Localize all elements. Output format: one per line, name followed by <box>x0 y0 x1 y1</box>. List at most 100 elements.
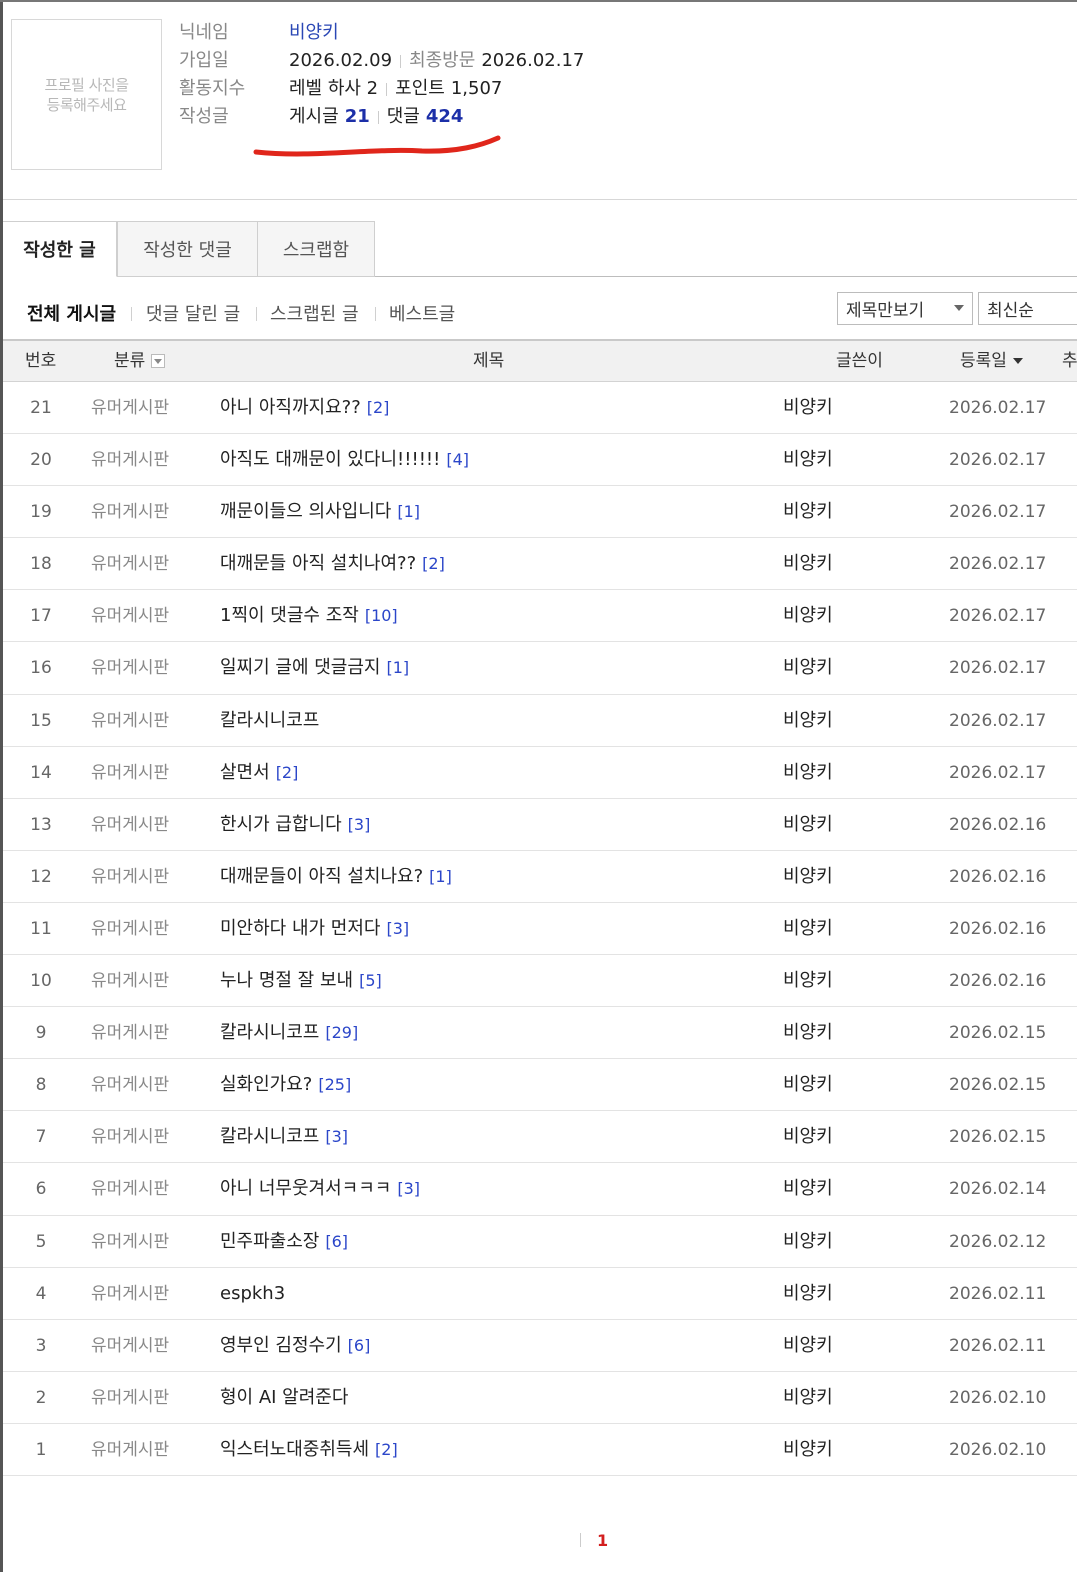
row-comment-count[interactable]: [3] <box>348 815 371 834</box>
row-title-link[interactable]: 영부인 김정수기 <box>220 1335 342 1356</box>
row-category[interactable]: 유머게시판 <box>91 642 169 694</box>
row-title-link[interactable]: 실화인가요? <box>220 1074 312 1095</box>
row-writer[interactable]: 비양키 <box>783 1163 833 1215</box>
row-writer[interactable]: 비양키 <box>783 1320 833 1372</box>
row-writer[interactable]: 비양키 <box>783 903 833 955</box>
row-writer[interactable]: 비양키 <box>783 747 833 799</box>
table-row[interactable]: 12 유머게시판 대깨문들이 아직 설치나요? [1] 비양키 2026.02.16 <box>3 851 1077 903</box>
row-comment-count[interactable]: [1] <box>429 867 452 886</box>
row-title-link[interactable]: espkh3 <box>220 1283 285 1304</box>
row-writer[interactable]: 비양키 <box>783 955 833 1007</box>
table-row[interactable]: 5 유머게시판 민주파출소장 [6] 비양키 2026.02.12 <box>3 1216 1077 1268</box>
row-category[interactable]: 유머게시판 <box>91 747 169 799</box>
row-writer[interactable]: 비양키 <box>783 1007 833 1059</box>
table-row[interactable]: 1 유머게시판 익스터노대중취득세 [2] 비양키 2026.02.10 <box>3 1424 1077 1476</box>
row-category[interactable]: 유머게시판 <box>91 1372 169 1424</box>
row-writer[interactable]: 비양키 <box>783 851 833 903</box>
row-comment-count[interactable]: [29] <box>325 1023 358 1042</box>
row-writer[interactable]: 비양키 <box>783 1268 833 1320</box>
filter-scrapped-posts[interactable]: 스크랩된 글 <box>270 301 359 329</box>
row-comment-count[interactable]: [2] <box>375 1440 398 1459</box>
table-row[interactable]: 7 유머게시판 칼라시니코프 [3] 비양키 2026.02.15 <box>3 1111 1077 1164</box>
row-title-link[interactable]: 민주파출소장 <box>220 1231 319 1252</box>
filter-commented-posts[interactable]: 댓글 달린 글 <box>146 301 240 329</box>
row-category[interactable]: 유머게시판 <box>91 1424 169 1476</box>
row-title-link[interactable]: 아니 너무웃겨서ㅋㅋㅋ <box>220 1178 391 1199</box>
header-category[interactable]: 분류 <box>114 341 166 382</box>
row-comment-count[interactable]: [25] <box>318 1075 351 1094</box>
row-comment-count[interactable]: [1] <box>386 658 409 677</box>
table-row[interactable]: 14 유머게시판 살면서 [2] 비양키 2026.02.17 <box>3 747 1077 799</box>
row-comment-count[interactable]: [3] <box>325 1127 348 1146</box>
table-row[interactable]: 8 유머게시판 실화인가요? [25] 비양키 2026.02.15 <box>3 1059 1077 1112</box>
table-row[interactable]: 16 유머게시판 일찌기 글에 댓글금지 [1] 비양키 2026.02.17 <box>3 642 1077 695</box>
row-title-link[interactable]: 칼라시니코프 <box>220 1022 319 1043</box>
row-category[interactable]: 유머게시판 <box>91 1059 169 1111</box>
table-row[interactable]: 15 유머게시판 칼라시니코프 비양키 2026.02.17 <box>3 695 1077 747</box>
row-comment-count[interactable]: [2] <box>422 554 445 573</box>
row-writer[interactable]: 비양키 <box>783 1059 833 1111</box>
profile-photo-placeholder[interactable]: 프로필 사진을 등록해주세요 <box>11 19 162 170</box>
row-title-link[interactable]: 1찍이 댓글수 조작 <box>220 605 359 626</box>
row-category[interactable]: 유머게시판 <box>91 486 169 538</box>
table-row[interactable]: 11 유머게시판 미안하다 내가 먼저다 [3] 비양키 2026.02.16 <box>3 903 1077 956</box>
row-category[interactable]: 유머게시판 <box>91 590 169 642</box>
tab-scraps[interactable]: 스크랩함 <box>257 221 375 277</box>
row-comment-count[interactable]: [6] <box>325 1232 348 1251</box>
row-title-link[interactable]: 아직도 대깨문이 있다니!!!!!! <box>220 449 440 470</box>
row-title-link[interactable]: 형이 AI 알려준다 <box>220 1387 348 1408</box>
row-writer[interactable]: 비양키 <box>783 382 833 434</box>
row-category[interactable]: 유머게시판 <box>91 799 169 851</box>
row-comment-count[interactable]: [1] <box>397 502 420 521</box>
page-current[interactable]: 1 <box>597 1531 608 1550</box>
table-row[interactable]: 21 유머게시판 아니 아직까지요?? [2] 비양키 2026.02.17 <box>3 382 1077 435</box>
row-category[interactable]: 유머게시판 <box>91 434 169 486</box>
row-writer[interactable]: 비양키 <box>783 1424 833 1476</box>
row-category[interactable]: 유머게시판 <box>91 955 169 1007</box>
row-title-link[interactable]: 익스터노대중취득세 <box>220 1439 369 1460</box>
row-category[interactable]: 유머게시판 <box>91 1320 169 1372</box>
row-category[interactable]: 유머게시판 <box>91 382 169 434</box>
row-writer[interactable]: 비양키 <box>783 695 833 747</box>
table-row[interactable]: 4 유머게시판 espkh3 비양키 2026.02.11 <box>3 1268 1077 1320</box>
tab-written-posts[interactable]: 작성한 글 <box>3 221 117 277</box>
row-title-link[interactable]: 아니 아직까지요?? <box>220 397 361 418</box>
row-category[interactable]: 유머게시판 <box>91 1268 169 1320</box>
row-category[interactable]: 유머게시판 <box>91 1163 169 1215</box>
row-writer[interactable]: 비양키 <box>783 590 833 642</box>
row-comment-count[interactable]: [2] <box>367 398 390 417</box>
row-category[interactable]: 유머게시판 <box>91 695 169 747</box>
table-row[interactable]: 20 유머게시판 아직도 대깨문이 있다니!!!!!! [4] 비양키 2026.02.1… <box>3 434 1077 487</box>
row-comment-count[interactable]: [4] <box>446 450 469 469</box>
row-writer[interactable]: 비양키 <box>783 538 833 590</box>
row-title-link[interactable]: 살면서 <box>220 762 270 783</box>
table-row[interactable]: 13 유머게시판 한시가 급합니다 [3] 비양키 2026.02.16 <box>3 799 1077 851</box>
row-title-link[interactable]: 깨문이들으 의사입니다 <box>220 501 391 522</box>
row-writer[interactable]: 비양키 <box>783 642 833 694</box>
row-writer[interactable]: 비양키 <box>783 434 833 486</box>
row-category[interactable]: 유머게시판 <box>91 903 169 955</box>
row-writer[interactable]: 비양키 <box>783 1372 833 1424</box>
row-comment-count[interactable]: [6] <box>348 1336 371 1355</box>
row-comment-count[interactable]: [5] <box>359 971 382 990</box>
view-mode-select[interactable]: 제목만보기 <box>837 292 973 325</box>
row-comment-count[interactable]: [3] <box>397 1179 420 1198</box>
row-title-link[interactable]: 칼라시니코프 <box>220 1126 319 1147</box>
row-comment-count[interactable]: [10] <box>365 606 398 625</box>
row-comment-count[interactable]: [2] <box>276 763 299 782</box>
table-row[interactable]: 2 유머게시판 형이 AI 알려준다 비양키 2026.02.10 <box>3 1372 1077 1424</box>
table-row[interactable]: 9 유머게시판 칼라시니코프 [29] 비양키 2026.02.15 <box>3 1007 1077 1060</box>
table-row[interactable]: 3 유머게시판 영부인 김정수기 [6] 비양키 2026.02.11 <box>3 1320 1077 1372</box>
row-title-link[interactable]: 대깨문들이 아직 설치나요? <box>220 866 423 887</box>
row-comment-count[interactable]: [3] <box>386 919 409 938</box>
table-row[interactable]: 18 유머게시판 대깨문들 아직 설치나여?? [2] 비양키 2026.02.17 <box>3 538 1077 591</box>
row-title-link[interactable]: 칼라시니코프 <box>220 710 319 731</box>
sort-select[interactable]: 최신순 <box>978 292 1077 325</box>
row-title-link[interactable]: 대깨문들 아직 설치나여?? <box>220 553 416 574</box>
posts-count[interactable]: 21 <box>345 105 370 129</box>
table-row[interactable]: 17 유머게시판 1찍이 댓글수 조작 [10] 비양키 2026.02.17 <box>3 590 1077 643</box>
row-title-link[interactable]: 누나 명절 잘 보내 <box>220 970 353 991</box>
category-filter-icon[interactable] <box>151 354 166 368</box>
filter-all-posts[interactable]: 전체 게시글 <box>27 301 116 329</box>
row-title-link[interactable]: 미안하다 내가 먼저다 <box>220 918 380 939</box>
